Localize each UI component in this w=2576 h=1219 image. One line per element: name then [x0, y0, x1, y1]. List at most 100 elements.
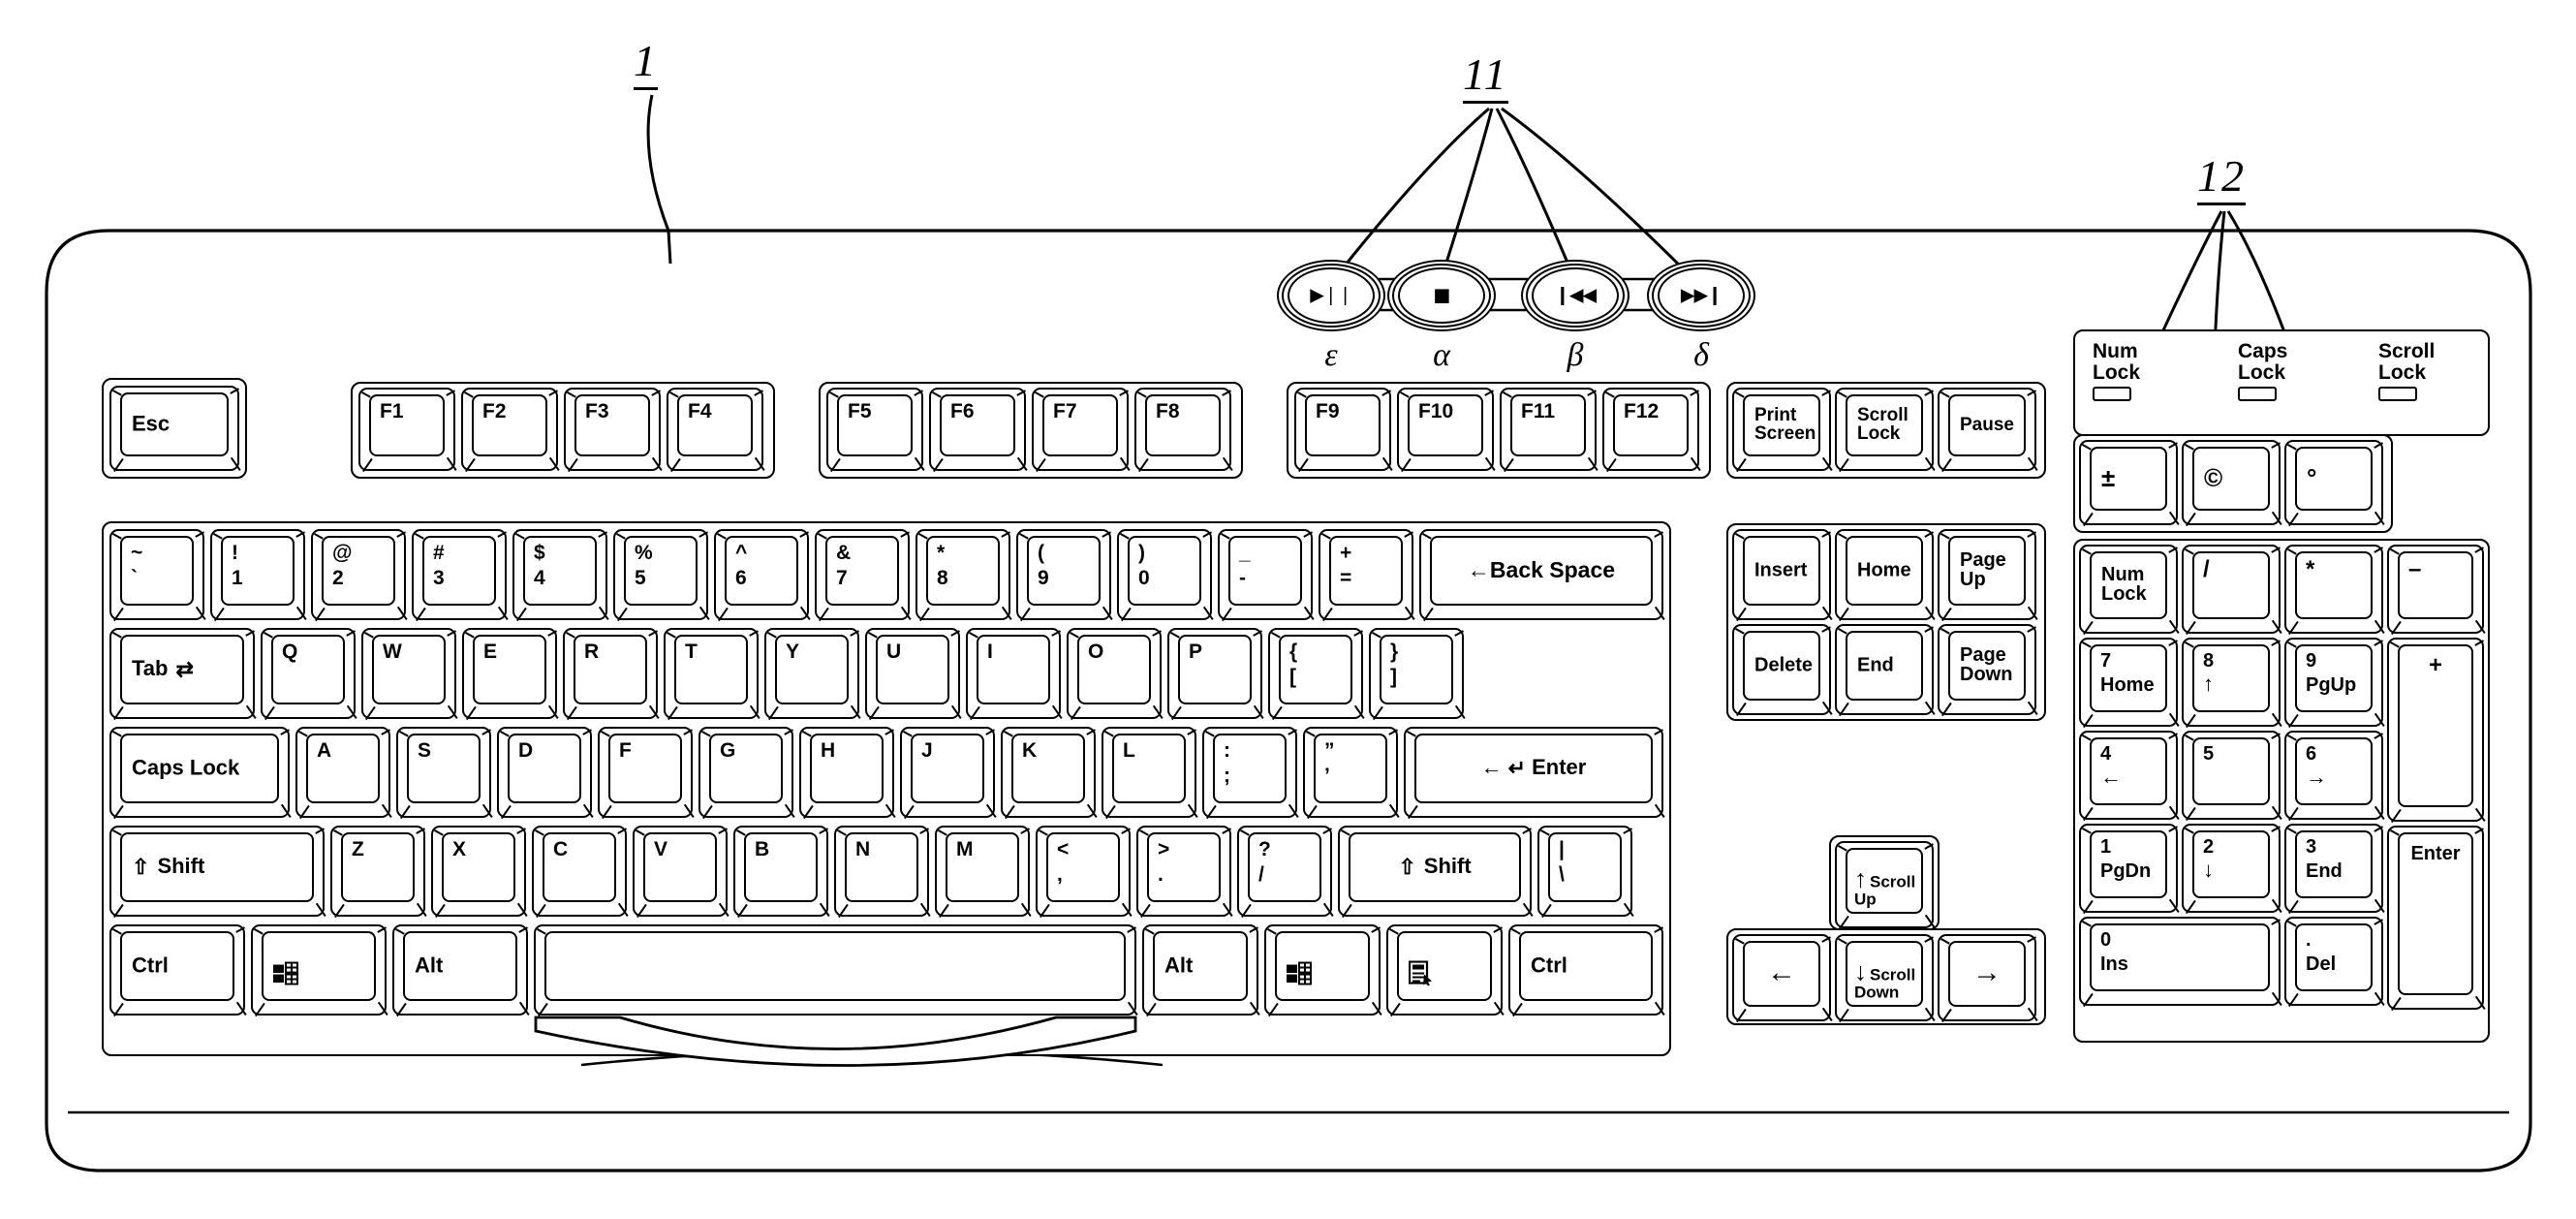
key-h[interactable]: H	[799, 727, 896, 820]
key-a[interactable]: A	[295, 727, 392, 820]
key-b[interactable]: B	[733, 826, 830, 919]
plus-minus-key[interactable]: ±	[2079, 440, 2180, 527]
key-9[interactable]: ( 9	[1016, 529, 1113, 622]
key-slash[interactable]: ? /	[1237, 826, 1334, 919]
numpad-multiply-key[interactable]: *	[2284, 545, 2385, 636]
key-8[interactable]: * 8	[916, 529, 1012, 622]
key-semicolon[interactable]: : ;	[1202, 727, 1299, 820]
key-0[interactable]: ) 0	[1117, 529, 1214, 622]
key-o[interactable]: O	[1067, 628, 1164, 721]
numpad-5-key[interactable]: 5	[2182, 731, 2282, 822]
key-s[interactable]: S	[396, 727, 493, 820]
key-6[interactable]: ^ 6	[714, 529, 811, 622]
scroll-down-key[interactable]: ↓ Scroll Down	[1835, 934, 1936, 1023]
numpad-enter-key[interactable]: Enter	[2387, 826, 2486, 1012]
key-f10[interactable]: F10	[1397, 388, 1496, 473]
key-l[interactable]: L	[1102, 727, 1198, 820]
key-f4[interactable]: F4	[667, 388, 765, 473]
arrow-right-key[interactable]: →	[1938, 934, 2038, 1023]
key-4[interactable]: $ 4	[512, 529, 609, 622]
key-f12[interactable]: F12	[1602, 388, 1701, 473]
key-f[interactable]: F	[598, 727, 695, 820]
key-f8[interactable]: F8	[1134, 388, 1233, 473]
key-q[interactable]: Q	[261, 628, 357, 721]
key-grave[interactable]: ~ `	[109, 529, 206, 622]
key-e[interactable]: E	[462, 628, 559, 721]
key-j[interactable]: J	[900, 727, 997, 820]
menu-key[interactable]	[1386, 924, 1505, 1017]
numpad-subtract-key[interactable]: –	[2387, 545, 2486, 636]
numpad-divide-key[interactable]: /	[2182, 545, 2282, 636]
key-d[interactable]: D	[497, 727, 594, 820]
delete-key[interactable]: Delete	[1732, 624, 1833, 717]
scroll-up-key[interactable]: ↑ Scroll Up	[1835, 841, 1936, 930]
numpad-7-key[interactable]: 7 Home	[2079, 638, 2180, 729]
page-up-key[interactable]: Page Up	[1938, 529, 2038, 622]
degree-key[interactable]: °	[2284, 440, 2385, 527]
numpad-6-key[interactable]: 6 →	[2284, 731, 2385, 822]
key-t[interactable]: T	[664, 628, 760, 721]
insert-key[interactable]: Insert	[1732, 529, 1833, 622]
key-3[interactable]: # 3	[412, 529, 509, 622]
key-v[interactable]: V	[633, 826, 729, 919]
copyright-key[interactable]: ©	[2182, 440, 2282, 527]
key-f2[interactable]: F2	[461, 388, 560, 473]
alt-right-key[interactable]: Alt	[1142, 924, 1260, 1017]
key-quote[interactable]: ” ’	[1303, 727, 1400, 820]
key-i[interactable]: I	[966, 628, 1063, 721]
key-7[interactable]: & 7	[815, 529, 912, 622]
numpad-9-key[interactable]: 9 PgUp	[2284, 638, 2385, 729]
numpad-add-key[interactable]: +	[2387, 638, 2486, 824]
alt-left-key[interactable]: Alt	[392, 924, 530, 1017]
caps-lock-key[interactable]: Caps Lock	[109, 727, 292, 820]
home-key[interactable]: Home	[1835, 529, 1936, 622]
key-f9[interactable]: F9	[1294, 388, 1393, 473]
numpad-4-key[interactable]: 4 ←	[2079, 731, 2180, 822]
key-5[interactable]: % 5	[613, 529, 710, 622]
key-c[interactable]: C	[532, 826, 629, 919]
key-f11[interactable]: F11	[1500, 388, 1598, 473]
key-f3[interactable]: F3	[564, 388, 663, 473]
numpad-0-key[interactable]: 0 Ins	[2079, 917, 2282, 1008]
key-f5[interactable]: F5	[826, 388, 925, 473]
backspace-key[interactable]: ←Back Space	[1419, 529, 1665, 622]
key-x[interactable]: X	[431, 826, 528, 919]
page-down-key[interactable]: Page Down	[1938, 624, 2038, 717]
key-k[interactable]: K	[1001, 727, 1098, 820]
key-bracket-right[interactable]: } ]	[1369, 628, 1466, 721]
numpad-3-key[interactable]: 3 End	[2284, 824, 2385, 915]
key-f1[interactable]: F1	[358, 388, 457, 473]
key-y[interactable]: Y	[764, 628, 861, 721]
key-m[interactable]: M	[935, 826, 1032, 919]
key-f7[interactable]: F7	[1032, 388, 1131, 473]
key-backslash[interactable]: | \	[1537, 826, 1634, 919]
numpad-8-key[interactable]: 8 ↑	[2182, 638, 2282, 729]
enter-key[interactable]: ← ↵ Enter	[1404, 727, 1665, 820]
numpad-2-key[interactable]: 2 ↓	[2182, 824, 2282, 915]
key-1[interactable]: ! 1	[210, 529, 307, 622]
key-p[interactable]: P	[1167, 628, 1264, 721]
ctrl-left-key[interactable]: Ctrl	[109, 924, 247, 1017]
numpad-num-lock-key[interactable]: Num Lock	[2079, 545, 2180, 636]
key-n[interactable]: N	[834, 826, 931, 919]
key-u[interactable]: U	[865, 628, 962, 721]
key-r[interactable]: R	[563, 628, 660, 721]
key-equals[interactable]: + =	[1319, 529, 1415, 622]
key-z[interactable]: Z	[330, 826, 427, 919]
key-period[interactable]: > .	[1136, 826, 1233, 919]
arrow-left-key[interactable]: ←	[1732, 934, 1833, 1023]
scroll-lock-key[interactable]: Scroll Lock	[1835, 388, 1936, 473]
key-minus[interactable]: _ -	[1218, 529, 1315, 622]
key-bracket-left[interactable]: { [	[1268, 628, 1365, 721]
shift-right-key[interactable]: ⇧ Shift	[1338, 826, 1534, 919]
ctrl-right-key[interactable]: Ctrl	[1508, 924, 1665, 1017]
pause-key[interactable]: Pause	[1938, 388, 2038, 473]
numpad-1-key[interactable]: 1 PgDn	[2079, 824, 2180, 915]
end-key[interactable]: End	[1835, 624, 1936, 717]
numpad-decimal-key[interactable]: . Del	[2284, 917, 2385, 1008]
key-2[interactable]: @ 2	[311, 529, 408, 622]
key-f6[interactable]: F6	[929, 388, 1028, 473]
key-g[interactable]: G	[698, 727, 795, 820]
windows-right-key[interactable]	[1264, 924, 1382, 1017]
key-w[interactable]: W	[361, 628, 458, 721]
